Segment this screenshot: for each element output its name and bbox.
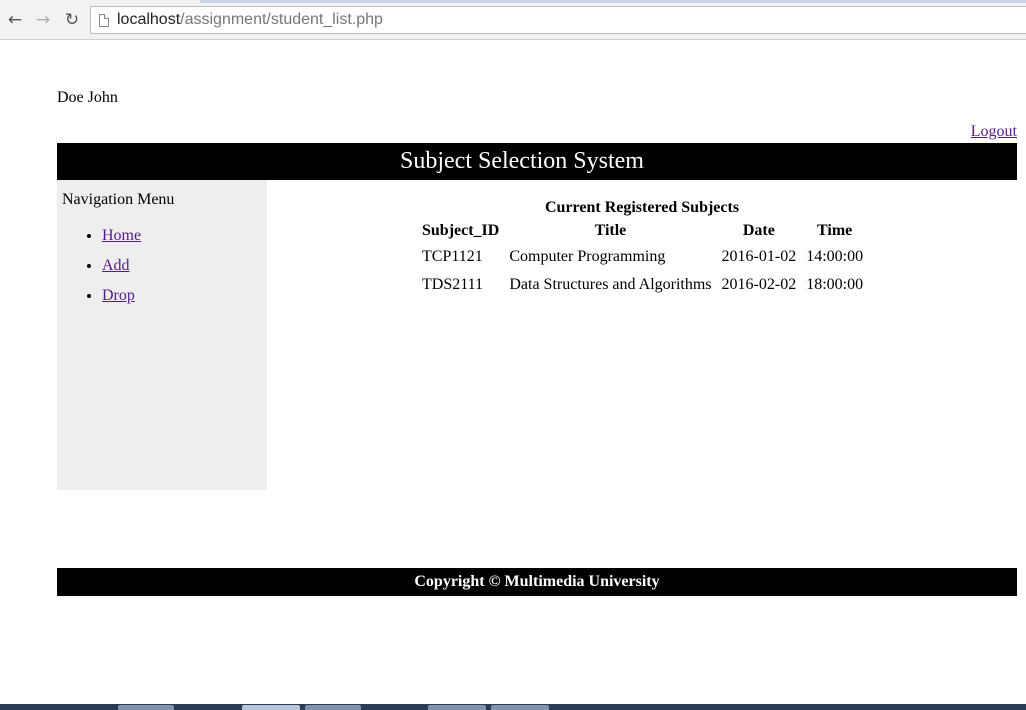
tab-strip-edge	[200, 0, 1026, 3]
table-header-row: Subject_ID Title Date Time	[418, 220, 867, 242]
header-subject-id: Subject_ID	[422, 222, 500, 239]
page-icon	[99, 14, 109, 27]
cell-date: 2016-01-02	[721, 248, 797, 265]
cell-title: Computer Programming	[509, 248, 666, 265]
taskbar-item[interactable]	[428, 705, 486, 710]
cell-title: Data Structures and Algorithms	[509, 276, 712, 293]
table-row: TCP1121 Computer Programming 2016-01-02 …	[418, 244, 867, 270]
table-caption: Current Registered Subjects	[545, 199, 740, 216]
back-arrow-icon[interactable]: ←	[4, 9, 26, 31]
main-content: Current Registered Subjects Subject_ID T…	[267, 180, 1017, 490]
cell-subject-id: TDS2111	[422, 276, 484, 293]
user-name: Doe John	[57, 89, 118, 106]
url-host: localhost	[117, 11, 181, 28]
nav-link-home[interactable]: Home	[102, 227, 141, 244]
url-path: /assignment/student_list.php	[180, 11, 383, 28]
cell-time: 14:00:00	[806, 248, 864, 265]
nav-item-add: Add	[102, 255, 141, 285]
page-header: Subject Selection System	[57, 143, 1017, 180]
cell-time: 18:00:00	[806, 276, 864, 293]
header-time: Time	[817, 222, 853, 239]
url-text[interactable]: localhost/assignment/student_list.php	[117, 7, 383, 33]
taskbar-item[interactable]	[242, 705, 300, 710]
navigation-menu-title: Navigation Menu	[62, 191, 175, 208]
nav-item-home: Home	[102, 225, 141, 255]
browser-toolbar: ← → ↻ localhost/assignment/student_list.…	[0, 0, 1026, 40]
nav-item-drop: Drop	[102, 285, 141, 315]
taskbar-item[interactable]	[305, 705, 361, 710]
cell-subject-id: TCP1121	[422, 248, 483, 265]
registered-subjects-table: Subject_ID Title Date Time TCP1121 Compu…	[416, 218, 869, 300]
taskbar-item[interactable]	[118, 705, 174, 710]
taskbar-item[interactable]	[491, 705, 549, 710]
sidebar: Navigation Menu Home Add Drop	[57, 180, 267, 490]
forward-arrow-icon[interactable]: →	[32, 9, 54, 31]
header-title: Title	[594, 222, 627, 239]
page-footer: Copyright © Multimedia University	[57, 568, 1017, 596]
nav-list: Home Add Drop	[57, 225, 141, 315]
reload-icon[interactable]: ↻	[61, 9, 83, 31]
cell-date: 2016-02-02	[721, 276, 797, 293]
header-date: Date	[742, 222, 775, 239]
taskbar	[0, 704, 1026, 710]
address-bar[interactable]: localhost/assignment/student_list.php	[90, 6, 1026, 34]
nav-link-add[interactable]: Add	[102, 257, 130, 274]
nav-link-drop[interactable]: Drop	[102, 287, 135, 304]
table-row: TDS2111 Data Structures and Algorithms 2…	[418, 272, 867, 298]
logout-link[interactable]: Logout	[971, 123, 1017, 141]
